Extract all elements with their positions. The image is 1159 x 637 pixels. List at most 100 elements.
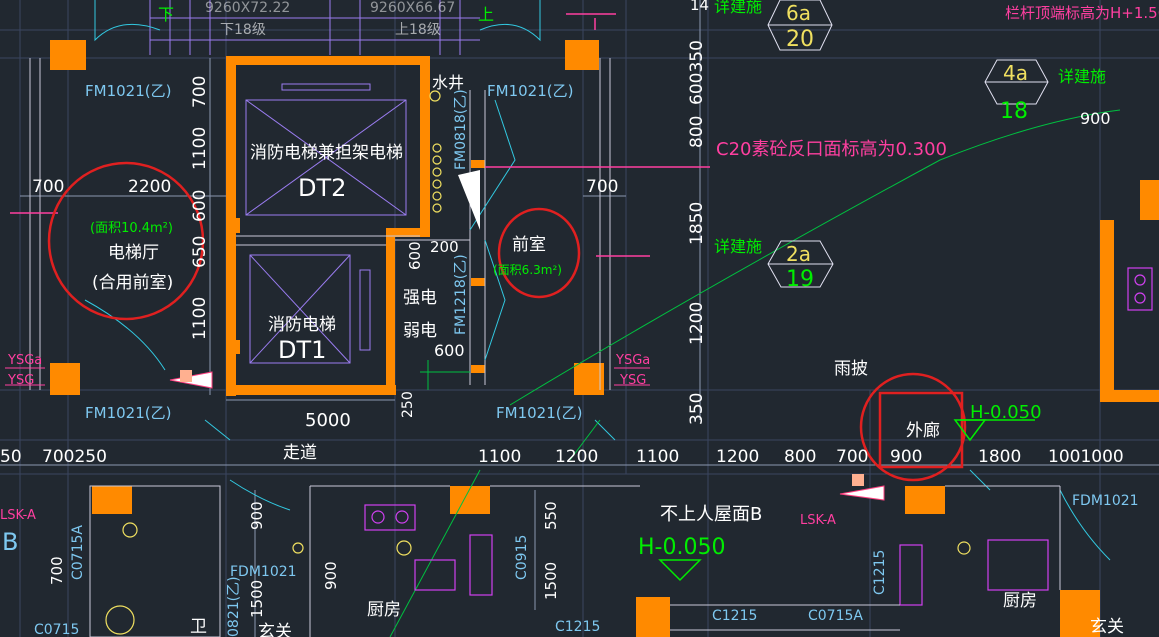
railing-note: 栏杆顶端标高为H+1.50 — [1005, 4, 1159, 22]
detail-18: 18 — [1000, 99, 1028, 124]
lsk-a-right: LSK-A — [800, 513, 836, 528]
row-dim-1100-b: 1100 — [636, 447, 679, 467]
dim-700-a: 700 — [32, 177, 64, 197]
down-arrow-label: 下 — [158, 5, 174, 24]
dim-350: 350 — [687, 393, 707, 425]
kitchen-1-label: 厨房 — [367, 600, 401, 620]
window-c0715: C0715 — [34, 622, 79, 637]
door-fm1218: FM1218(乙) — [453, 254, 469, 335]
row-dim-50: 50 — [0, 447, 22, 467]
lobby-area: (面积10.4m²) — [90, 221, 173, 236]
detail-note-6a: 详建施 — [714, 0, 762, 16]
dim-1100-a: 1100 — [190, 127, 210, 170]
ysga-left: YSGa — [7, 353, 42, 368]
row-dim-1200-b: 1200 — [716, 447, 759, 467]
fire-elevator-label: 消防电梯 — [268, 315, 336, 335]
c20-note: C20素砼反口面标高为0.300 — [716, 139, 947, 160]
detail-20: 20 — [786, 27, 814, 52]
door-fm1021-top-right: FM1021(乙) — [487, 82, 573, 100]
dim-600-b: 600 — [406, 241, 424, 270]
outer-corridor-label: 外廊 — [906, 421, 940, 441]
dimension-lines — [0, 0, 1159, 637]
dim-250: 250 — [400, 391, 416, 418]
b-dim-550: 550 — [542, 501, 560, 530]
detail-19: 19 — [786, 267, 814, 292]
window-c0715a-b: C0715A — [808, 608, 863, 624]
roof-level: H-0.050 — [638, 535, 725, 560]
ysga-right: YSGa — [615, 353, 650, 368]
stair-dim-left: 9260X72.22 — [205, 0, 290, 16]
walls — [50, 40, 1159, 637]
ysg-markers — [5, 367, 650, 386]
row-dim-900: 900 — [890, 447, 922, 467]
circle-lobby — [47, 161, 205, 321]
dim-800: 800 — [687, 116, 707, 148]
fire-elevator-stretcher-label: 消防电梯兼担架电梯 — [250, 143, 403, 163]
highlight-circles — [47, 161, 967, 482]
b-dim-900-b: 900 — [322, 561, 340, 590]
detail-2a: 2a — [786, 242, 811, 266]
stair-down-label: 下18级 — [220, 22, 266, 38]
window-c1215-b: C1215 — [712, 608, 757, 624]
b-dim-700: 700 — [48, 556, 66, 585]
dim-top-14: 14 — [690, 0, 709, 14]
door-fm0818: FM0818(乙) — [453, 89, 469, 170]
corridor-level: H-0.050 — [970, 402, 1042, 423]
dim-600-a: 600 — [190, 190, 210, 222]
roof-b-label: 不上人屋面B — [660, 504, 762, 525]
lsk-a-left: LSK-A — [0, 508, 36, 523]
lobby-sub: (合用前室) — [92, 273, 173, 293]
dim-600-c: 600 — [434, 341, 465, 360]
canopy-label: 雨披 — [834, 359, 868, 379]
elevator-dt1: DT1 — [278, 336, 326, 364]
row-dim-1100-a: 1100 — [478, 447, 521, 467]
ysg-left: YSG — [7, 373, 34, 388]
door-0821: 0821(乙) — [226, 576, 242, 637]
cad-floor-plan: 下 上 下18级 上18级 9260X72.22 9260X66.67 栏杆顶端… — [0, 0, 1159, 637]
row-dim-1001000: 1001000 — [1048, 447, 1124, 467]
up-arrow-label: 上 — [478, 5, 494, 24]
stair-up-label: 上18级 — [395, 22, 441, 38]
entry-left-label: 玄关 — [258, 622, 292, 637]
window-c0915: C0915 — [514, 535, 530, 580]
dim-700-c: 700 — [190, 76, 210, 108]
door-fdm1021-right: FDM1021 — [1072, 493, 1139, 509]
b-dim-1500: 1500 — [248, 580, 266, 618]
b-dim-1500-v: 1500 — [542, 562, 560, 600]
kitchen-appliances — [364, 267, 1153, 606]
front-room-area: (面积6.3m²) — [493, 263, 562, 277]
weak-electric-label: 弱电 — [403, 321, 437, 341]
row-dim-700: 700 — [836, 447, 868, 467]
kitchen-2-label: 厨房 — [1003, 591, 1037, 611]
plan-drawing: 下 上 下18级 上18级 9260X72.22 9260X66.67 栏杆顶端… — [0, 0, 1159, 637]
dim-1200: 1200 — [687, 302, 707, 345]
window-c1215-c: C1215 — [872, 550, 888, 595]
door-swings — [84, 0, 1111, 561]
dim-700-b: 700 — [586, 177, 618, 197]
grid-lines — [0, 0, 1159, 637]
row-dim-700250: 700250 — [42, 447, 107, 467]
ysg-right: YSG — [619, 373, 646, 388]
corridor-label: 走道 — [283, 443, 317, 463]
well-label: 水井 — [432, 73, 464, 92]
dim-1850: 1850 — [687, 202, 707, 245]
leader-lines — [389, 109, 1121, 637]
dim-5000: 5000 — [305, 410, 351, 431]
door-fm1021-top-left: FM1021(乙) — [85, 82, 171, 100]
detail-note-2a: 详建施 — [714, 237, 762, 256]
door-fm1021-bottom-left: FM1021(乙) — [85, 404, 171, 422]
dim-2200: 2200 — [128, 177, 171, 197]
window-c1215-a: C1215 — [555, 619, 600, 635]
dim-1100-b: 1100 — [190, 297, 210, 340]
row-dim-1800: 1800 — [978, 447, 1021, 467]
door-fm1021-bottom-right: FM1021(乙) — [496, 404, 582, 422]
window-c0715a: C0715A — [70, 525, 86, 580]
entry-label: 玄关 — [1090, 617, 1124, 637]
dim-900-top: 900 — [1080, 109, 1111, 128]
wc-label: 卫 — [190, 617, 207, 637]
dim-200: 200 — [430, 238, 459, 256]
front-room-name: 前室 — [512, 235, 546, 255]
b-dim-900: 900 — [248, 501, 266, 530]
row-dim-1200-a: 1200 — [555, 447, 598, 467]
row-dim-800: 800 — [784, 447, 816, 467]
